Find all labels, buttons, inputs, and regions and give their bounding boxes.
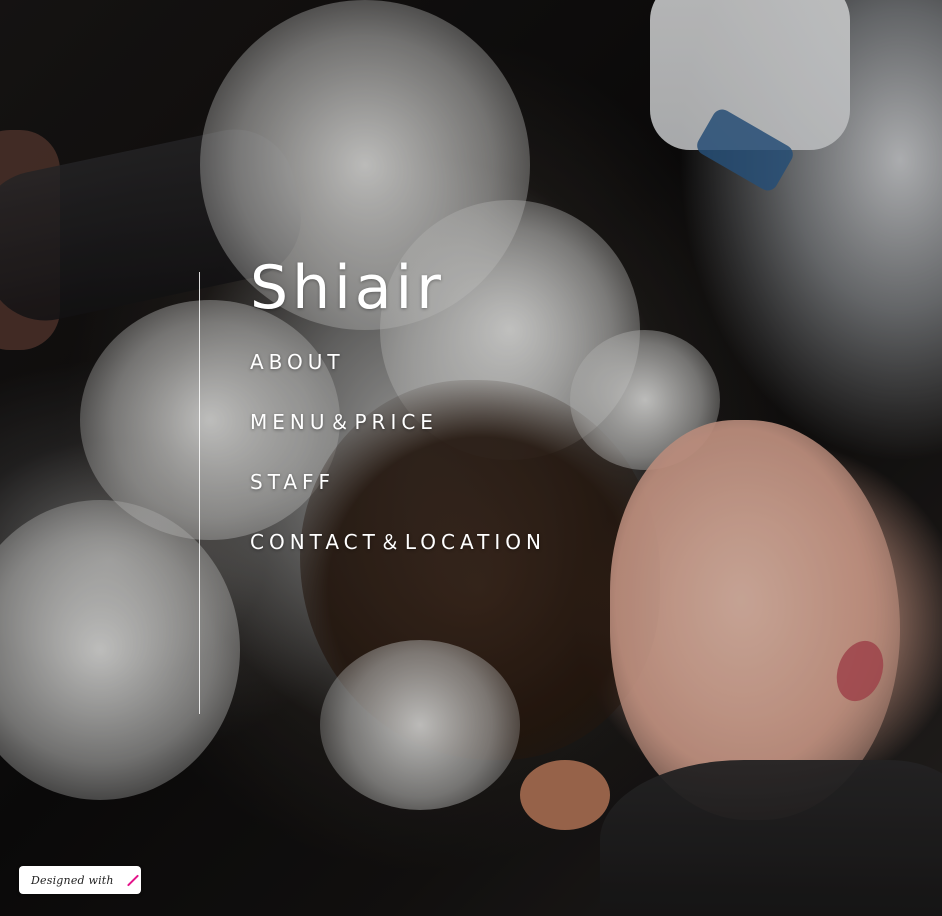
nav-item-menu-price: MENU＆PRICE [250,410,546,470]
nav-link-staff[interactable]: STAFF [250,470,335,494]
pen-icon [126,873,140,887]
nav-item-about: ABOUT [250,350,546,410]
site-logo-title[interactable]: Shiair [250,258,445,318]
badge-text: Designed with [31,873,114,887]
nav-divider-line [199,272,200,714]
nav-item-contact-location: CONTACT＆LOCATION [250,530,546,590]
main-nav: ABOUT MENU＆PRICE STAFF CONTACT＆LOCATION [250,350,546,590]
hero-section: Shiair ABOUT MENU＆PRICE STAFF CONTACT＆LO… [0,0,942,916]
nav-link-contact-location[interactable]: CONTACT＆LOCATION [250,530,546,554]
nav-link-menu-price[interactable]: MENU＆PRICE [250,410,438,434]
nav-item-staff: STAFF [250,470,546,530]
designed-with-badge[interactable]: Designed with [19,866,141,894]
nav-link-about[interactable]: ABOUT [250,350,345,374]
